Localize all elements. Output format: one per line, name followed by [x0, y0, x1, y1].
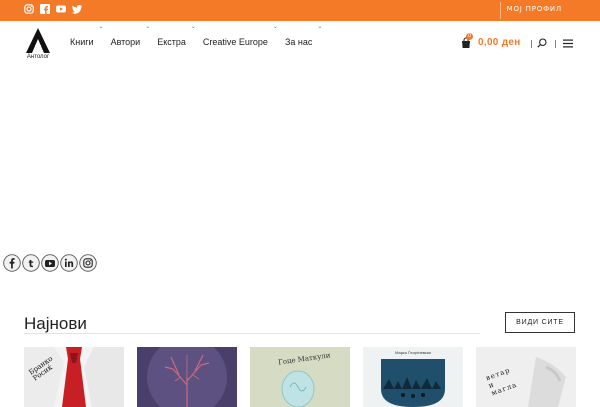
nav-item-books[interactable]: Книги ⌄ — [70, 24, 104, 47]
nav-item-label: Creative Europe — [202, 37, 268, 47]
book-cover[interactable]: ветар и магла — [476, 347, 576, 407]
nav-item-label: За нас — [284, 37, 313, 47]
nav-item-creative-europe[interactable]: Creative Europe ⌄ — [202, 24, 278, 47]
header-separator — [555, 40, 556, 48]
linkedin-icon[interactable] — [60, 254, 78, 272]
book-cover[interactable] — [137, 347, 237, 407]
book-cover-text: Марко Ѓеорѓиевски — [395, 350, 431, 355]
hamburger-menu-icon[interactable] — [563, 39, 573, 48]
section-divider — [24, 333, 480, 334]
book-cover-illustration — [363, 347, 463, 407]
nav-item-label: Книги — [70, 37, 94, 47]
chevron-down-icon: ⌄ — [317, 24, 323, 30]
instagram-icon[interactable] — [79, 254, 97, 272]
logo-mark-icon — [26, 28, 50, 53]
search-icon[interactable] — [537, 38, 547, 48]
book-cover[interactable]: Гоце Маткули — [250, 347, 350, 407]
latest-section-title: Најнови — [24, 314, 87, 333]
twitter-icon[interactable]: t — [22, 254, 40, 272]
main-nav: Книги ⌄ Автори ⌄ Екстра ⌄ Creative Europ… — [70, 24, 329, 47]
view-all-button[interactable]: ВИДИ СИТЕ — [505, 312, 575, 333]
svg-text:t: t — [29, 259, 34, 270]
book-cover[interactable]: Бранко Росиќ — [24, 347, 124, 407]
book-cover-illustration — [137, 347, 237, 407]
header-separator — [531, 40, 532, 48]
youtube-icon[interactable] — [56, 4, 66, 14]
logo-text: Антолог — [26, 54, 50, 60]
cart-button[interactable]: 0 — [460, 33, 473, 48]
my-profile-link[interactable]: МОЈ ПРОФИЛ — [507, 5, 562, 13]
top-bar: МОЈ ПРОФИЛ — [0, 0, 600, 21]
site-logo[interactable]: Антолог — [24, 27, 52, 63]
top-bar-divider — [500, 2, 501, 19]
chevron-down-icon: ⌄ — [98, 24, 104, 30]
cart-count-badge: 0 — [466, 33, 473, 40]
twitter-icon[interactable] — [72, 4, 82, 14]
book-cover[interactable]: Марко Ѓеорѓиевски — [363, 347, 463, 407]
youtube-icon[interactable] — [41, 254, 59, 272]
site-header: Антолог Книги ⌄ Автори ⌄ Екстра ⌄ Creati… — [0, 21, 600, 69]
floating-social-bar: t — [3, 254, 97, 272]
cart-total[interactable]: 0,00 ден — [478, 37, 521, 48]
top-social-links — [24, 4, 82, 14]
nav-item-about[interactable]: За нас ⌄ — [284, 24, 322, 47]
instagram-icon[interactable] — [24, 4, 34, 14]
facebook-icon[interactable] — [40, 4, 50, 14]
facebook-icon[interactable] — [3, 254, 21, 272]
nav-item-label: Автори — [110, 37, 141, 47]
nav-item-authors[interactable]: Автори ⌄ — [110, 24, 151, 47]
chevron-down-icon: ⌄ — [190, 24, 196, 30]
chevron-down-icon: ⌄ — [145, 24, 151, 30]
nav-item-label: Екстра — [157, 37, 186, 47]
nav-item-extra[interactable]: Екстра ⌄ — [157, 24, 196, 47]
chevron-down-icon: ⌄ — [272, 24, 278, 30]
